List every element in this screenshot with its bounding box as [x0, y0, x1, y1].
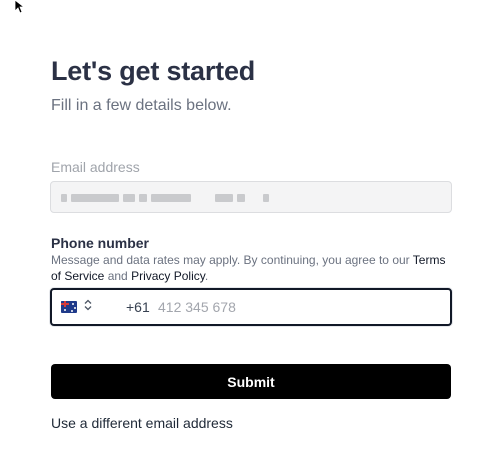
- submit-button[interactable]: Submit: [51, 364, 451, 399]
- disclaimer-text: Message and data rates may apply. By con…: [51, 253, 413, 267]
- redacted-email-text: [71, 194, 119, 202]
- redacted-email-text: [139, 194, 147, 202]
- phone-disclaimer: Message and data rates may apply. By con…: [51, 252, 451, 284]
- page-title: Let's get started: [51, 56, 256, 86]
- chevron-up-down-icon[interactable]: [84, 299, 92, 312]
- redacted-email-text: [151, 194, 191, 202]
- redacted-email-text: [237, 194, 245, 202]
- redacted-email-text: [61, 194, 67, 202]
- australia-flag-icon[interactable]: [61, 301, 77, 313]
- disclaimer-period: .: [204, 269, 209, 283]
- redacted-email-text: [263, 194, 269, 202]
- signup-form: Let's get started Fill in a few details …: [50, 55, 452, 431]
- email-field[interactable]: [50, 181, 452, 213]
- redacted-email-text: [123, 194, 135, 202]
- country-code: +61: [126, 299, 150, 315]
- redacted-email-text: [215, 194, 233, 202]
- use-different-email-link[interactable]: Use a different email address: [51, 415, 233, 431]
- phone-label: Phone number: [51, 235, 150, 251]
- mouse-cursor-icon: [14, 0, 26, 14]
- phone-field[interactable]: +61: [50, 288, 452, 326]
- email-label: Email address: [51, 159, 140, 175]
- phone-input[interactable]: [158, 296, 428, 318]
- disclaimer-and: and: [104, 269, 132, 283]
- privacy-policy-link[interactable]: Privacy Policy: [131, 269, 205, 283]
- page-subtitle: Fill in a few details below.: [51, 97, 232, 114]
